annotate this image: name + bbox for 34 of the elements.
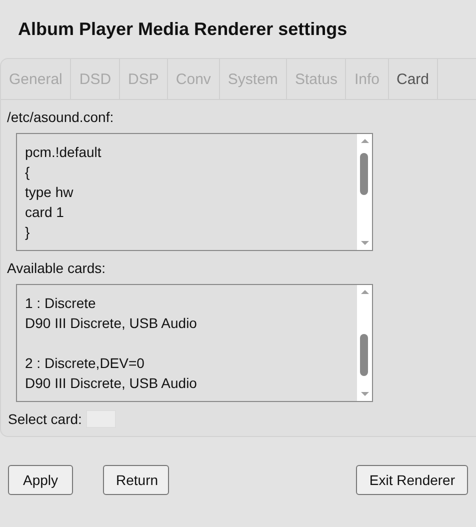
scrollbar-thumb[interactable] bbox=[360, 334, 368, 376]
return-button[interactable]: Return bbox=[103, 465, 169, 495]
scroll-down-icon[interactable] bbox=[358, 390, 370, 398]
config-text-area[interactable]: pcm.!default { type hw card 1 } bbox=[16, 133, 373, 251]
config-line: type hw bbox=[25, 183, 74, 202]
tab[interactable]: Conv bbox=[168, 59, 220, 99]
scroll-down-icon[interactable] bbox=[358, 239, 370, 247]
card-name: 2 : Discrete,DEV=0 bbox=[25, 354, 146, 373]
tab[interactable]: Status bbox=[286, 59, 346, 99]
select-card-label: Select card: bbox=[8, 411, 82, 427]
scrollbar[interactable] bbox=[357, 285, 372, 401]
scroll-up-icon[interactable] bbox=[358, 137, 370, 145]
window-title: Album Player Media Renderer settings bbox=[17, 18, 348, 41]
tab[interactable]: DSP bbox=[120, 59, 168, 99]
tab[interactable]: Card bbox=[388, 59, 438, 99]
config-line: pcm.!default bbox=[25, 143, 102, 162]
config-line: } bbox=[25, 223, 31, 242]
card-description: D90 III Discrete, USB Audio bbox=[25, 374, 198, 393]
config-line: card 1 bbox=[25, 203, 65, 222]
scrollbar-thumb[interactable] bbox=[360, 153, 368, 195]
card-name: 1 : Discrete bbox=[25, 294, 97, 313]
cards-list-box[interactable]: 1 : Discrete D90 III Discrete, USB Audio 2 : Discrete,DEV=0 D90 III Discrete, USB Audio bbox=[16, 284, 373, 402]
apply-button[interactable]: Apply bbox=[8, 465, 73, 495]
scroll-up-icon[interactable] bbox=[358, 288, 370, 296]
config-label: /etc/asound.conf: bbox=[6, 108, 115, 127]
cards-label: Available cards: bbox=[6, 259, 107, 278]
exit-renderer-button[interactable]: Exit Renderer bbox=[356, 465, 468, 495]
tab[interactable]: System bbox=[220, 59, 287, 99]
tab[interactable]: DSD bbox=[71, 59, 120, 99]
config-line: { bbox=[25, 163, 31, 182]
card-description: D90 III Discrete, USB Audio bbox=[25, 314, 198, 333]
scrollbar[interactable] bbox=[357, 134, 372, 250]
tab[interactable]: Info bbox=[346, 59, 388, 99]
tab[interactable]: General bbox=[1, 59, 72, 99]
